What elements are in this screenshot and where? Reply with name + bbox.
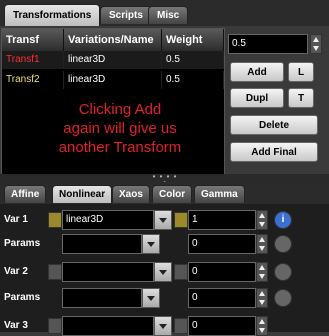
var3-variation-select[interactable] xyxy=(62,316,154,336)
params1-spinner[interactable] xyxy=(256,234,268,254)
column-header-transf[interactable]: Transf xyxy=(2,29,64,51)
params2-select[interactable] xyxy=(62,288,142,308)
transf-name: Transf1 xyxy=(2,51,64,69)
up-arrow-icon[interactable] xyxy=(274,263,292,281)
var3-spinner[interactable] xyxy=(256,316,268,336)
variation-name: linear3D xyxy=(64,71,162,89)
tab-misc[interactable]: Misc xyxy=(148,6,189,24)
var2-dropdown-icon[interactable] xyxy=(154,262,172,282)
var2-value-toggle-icon[interactable] xyxy=(174,264,188,280)
var2-value-input[interactable]: 0 xyxy=(188,262,256,282)
annotation-text: Clicking Add again will give us another … xyxy=(20,100,220,157)
var1-label: Var 1 xyxy=(4,214,28,225)
weight-value: 0.5 xyxy=(162,51,224,69)
var2-variation-select[interactable] xyxy=(62,262,154,282)
gear-icon[interactable] xyxy=(274,235,292,253)
tab-affine[interactable]: Affine xyxy=(4,185,47,203)
annotation-line: Clicking Add xyxy=(78,101,162,118)
params2-value-input[interactable]: 0 xyxy=(188,288,256,308)
variations-panel: Var 1 linear3D 1 i Params 0 Var 2 0 Para… xyxy=(0,204,329,336)
var3-label: Var 3 xyxy=(4,320,28,331)
weight-value: 0.5 xyxy=(162,71,224,89)
params1-label: Params xyxy=(4,238,41,249)
var1-variation-select[interactable]: linear3D xyxy=(62,210,154,230)
table-header: Transf Variations/Name Weight xyxy=(2,29,224,51)
column-header-name[interactable]: Variations/Name xyxy=(64,29,162,51)
gear-icon[interactable] xyxy=(274,289,292,307)
params1-select[interactable] xyxy=(62,234,142,254)
params1-value-input[interactable]: 0 xyxy=(188,234,256,254)
tab-transformations[interactable]: Transformations xyxy=(4,4,101,26)
var1-spinner[interactable] xyxy=(256,210,268,230)
splitter-grip-icon[interactable]: • • • • • xyxy=(150,173,180,187)
top-tab-bar: Transformations Scripts Misc xyxy=(0,0,329,26)
tab-xaos[interactable]: Xaos xyxy=(112,185,150,203)
t-button[interactable]: T xyxy=(288,88,314,108)
params2-label: Params xyxy=(4,292,41,303)
params1-dropdown-icon[interactable] xyxy=(142,234,160,254)
add-button[interactable]: Add xyxy=(230,62,284,82)
params2-spinner[interactable] xyxy=(256,288,268,308)
tab-nonlinear[interactable]: Nonlinear xyxy=(52,185,113,203)
var2-spinner[interactable] xyxy=(256,262,268,282)
weight-spinner[interactable] xyxy=(310,34,322,54)
l-button[interactable]: L xyxy=(288,62,314,82)
annotation-line: again will give us xyxy=(63,120,177,137)
var1-dropdown-icon[interactable] xyxy=(154,210,172,230)
var1-value-input[interactable]: 1 xyxy=(188,210,256,230)
tab-gamma[interactable]: Gamma xyxy=(194,185,245,203)
info-icon[interactable]: i xyxy=(274,211,292,229)
bottom-tab-bar: Affine Nonlinear Xaos Color Gamma xyxy=(0,182,329,204)
var3-dropdown-icon[interactable] xyxy=(154,316,172,336)
add-final-button[interactable]: Add Final xyxy=(230,142,318,162)
var1-value-toggle-icon[interactable] xyxy=(174,212,188,228)
delete-button[interactable]: Delete xyxy=(230,115,318,135)
column-header-weight[interactable]: Weight xyxy=(162,29,224,51)
weight-input[interactable]: 0.5 xyxy=(228,34,308,54)
variation-name: linear3D xyxy=(64,51,162,69)
annotation-line: another Transform xyxy=(58,139,182,156)
var1-toggle-icon[interactable] xyxy=(48,212,62,228)
tab-scripts[interactable]: Scripts xyxy=(100,6,152,24)
tab-color[interactable]: Color xyxy=(152,185,193,203)
var3-value-input[interactable]: 0 xyxy=(188,316,256,336)
table-row[interactable]: Transf1 linear3D 0.5 xyxy=(2,51,224,69)
table-row[interactable]: Transf2 linear3D 0.5 xyxy=(2,71,224,89)
dupl-button[interactable]: Dupl xyxy=(230,88,284,108)
var2-label: Var 2 xyxy=(4,266,28,277)
params2-dropdown-icon[interactable] xyxy=(142,288,160,308)
transf-name: Transf2 xyxy=(2,71,64,89)
var2-toggle-icon[interactable] xyxy=(48,264,62,280)
